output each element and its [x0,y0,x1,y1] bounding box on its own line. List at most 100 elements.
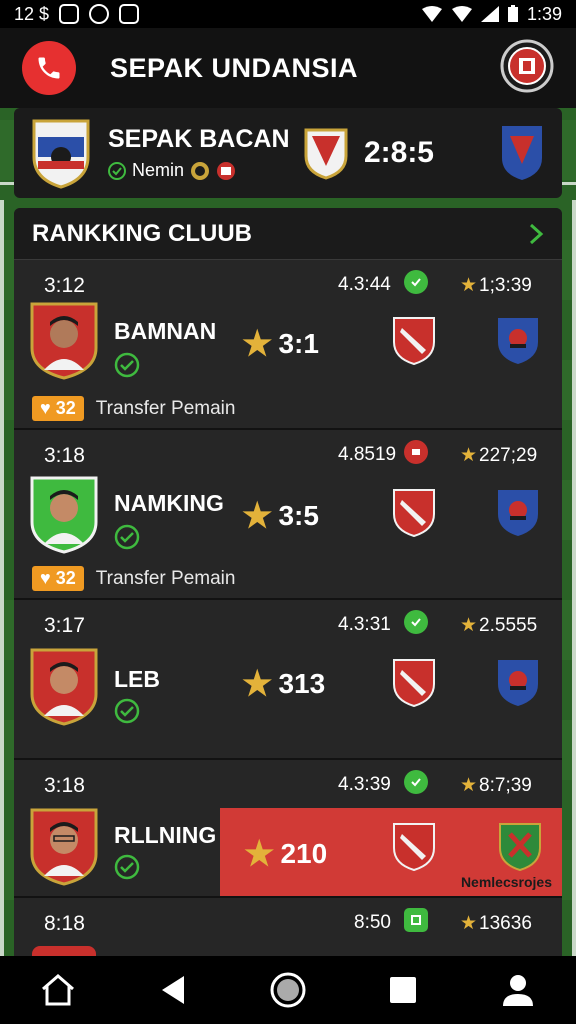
team-crest-icon[interactable] [496,314,540,366]
team-crest-icon[interactable] [496,486,540,538]
highlight-caption: Nemlecsrojes [460,874,552,890]
notification-icon [59,4,80,24]
star-icon: ★ [460,445,478,466]
match-score: 2:8:5 [363,136,434,169]
heart-icon: ♥ [40,398,51,418]
back-icon [161,976,184,1004]
club-row[interactable]: 3:18 4.8519 ★ 227;29 NAMKING ★ 3:5 ♥ 32 Tra… [14,430,562,600]
transfer-link[interactable]: Transfer Pemain [96,568,236,590]
player-avatar [30,648,98,726]
club-time: 4.3:31 [338,614,391,635]
navigation-bar [0,956,576,1024]
badge-icon [191,161,210,180]
app-bar: SEPAK UNDANSIA [0,28,576,108]
status-ok-icon [404,908,428,932]
notification-icon [89,4,110,24]
player-avatar [30,476,98,554]
signal-icon [480,6,499,22]
transfer-count-badge: ♥ 32 [32,566,84,591]
team-crest-icon [304,128,348,180]
highlight-banner[interactable]: ★ 210 Nemlecsrojes [220,808,562,896]
ranking-header[interactable]: RANKKING CLUUB [14,208,562,260]
score-chip: ★ 210 [244,835,328,873]
wifi-icon [451,6,472,22]
player-name: RLLNING [114,822,217,848]
club-row[interactable]: 3:18 4.3:39 ★ 8:7;39 RLLNING ★ 210 Nemlecs… [14,760,562,898]
app-title: SEPAK UNDANSIA [110,52,359,83]
club-rank: 3:18 [44,774,85,797]
home-circle-icon [270,972,306,1008]
status-bar: 12 $ 1:39 [0,0,576,28]
team-crest-icon[interactable] [392,486,436,538]
wifi-icon [421,6,442,22]
team-crest-icon[interactable] [392,314,436,366]
status-ok-icon [404,270,428,294]
match-subtitle: Nemin [132,160,185,180]
player-name: NAMKING [114,490,224,516]
check-icon [114,352,140,378]
check-icon [114,854,140,880]
star-icon: ★ [460,775,478,796]
clock: 1:39 [526,3,562,24]
club-logo[interactable] [500,39,554,98]
player-avatar [30,808,98,886]
club-crest-icon [500,39,554,92]
star-icon: ★ [460,275,478,296]
club-time: 4.3:39 [338,774,391,795]
phone-icon [38,57,60,79]
transfer-link[interactable]: Transfer Pemain [96,398,236,420]
chevron-right-icon[interactable] [528,223,544,245]
home-circle-button[interactable] [266,968,310,1012]
club-rank: 3:18 [44,444,85,467]
club-rating: ★ 2.5555 [460,615,538,636]
status-ok-icon [404,610,428,634]
recents-icon [390,977,417,1003]
club-row[interactable]: 3:17 4.3:31 ★ 2.5555 LEB ★ 313 [14,600,562,760]
badge-icon [217,161,236,180]
player-avatar [30,302,98,380]
back-button[interactable] [151,968,195,1012]
transfer-count-badge: ♥ 32 [32,396,84,421]
heart-icon: ♥ [40,568,51,588]
team-crest-icon[interactable] [498,820,542,872]
home-button[interactable] [36,968,80,1012]
team-crest-icon[interactable] [392,656,436,708]
club-row[interactable]: 3:12 4.3:44 ★ 1;3:39 BAMNAN ★ 3:1 ♥ 32 Tran… [14,260,562,430]
star-icon: ★ [242,665,273,703]
club-rank: 3:17 [44,614,85,637]
status-alert-icon [404,440,428,464]
club-rating: ★ 8:7;39 [460,775,532,796]
club-rating: ★ 13636 [460,913,532,934]
home-icon [41,974,74,1006]
club-time: 4.3:44 [338,274,391,295]
profile-button[interactable] [496,968,540,1012]
team-crest-icon [502,126,542,180]
check-icon [114,698,140,724]
check-icon [108,161,126,180]
club-time: 8:50 [354,912,391,933]
player-name: LEB [114,666,160,692]
star-icon: ★ [244,835,275,873]
profile-icon [503,975,534,1006]
call-button[interactable] [22,41,76,95]
team-crest-icon [32,119,90,189]
team-crest-icon[interactable] [496,656,540,708]
pitch-line [0,200,4,960]
club-rank: 3:12 [44,274,85,297]
player-name: BAMNAN [114,318,217,344]
battery-icon [507,5,518,22]
star-icon: ★ [460,913,478,934]
club-rank: 8:18 [44,912,85,935]
star-icon: ★ [242,325,273,363]
match-card[interactable]: SEPAK BACAN Nemin 2:8:5 [14,108,562,198]
team-crest-icon[interactable] [392,820,436,872]
club-rating: ★ 1;3:39 [460,275,532,296]
notification-icon [119,4,140,24]
status-left-text: 12 $ [14,3,50,24]
check-icon [114,524,140,550]
star-icon: ★ [460,615,478,636]
recents-button[interactable] [381,968,425,1012]
score-chip: ★ 3:5 [242,497,319,535]
club-rating: ★ 227;29 [460,445,538,466]
star-icon: ★ [242,497,273,535]
